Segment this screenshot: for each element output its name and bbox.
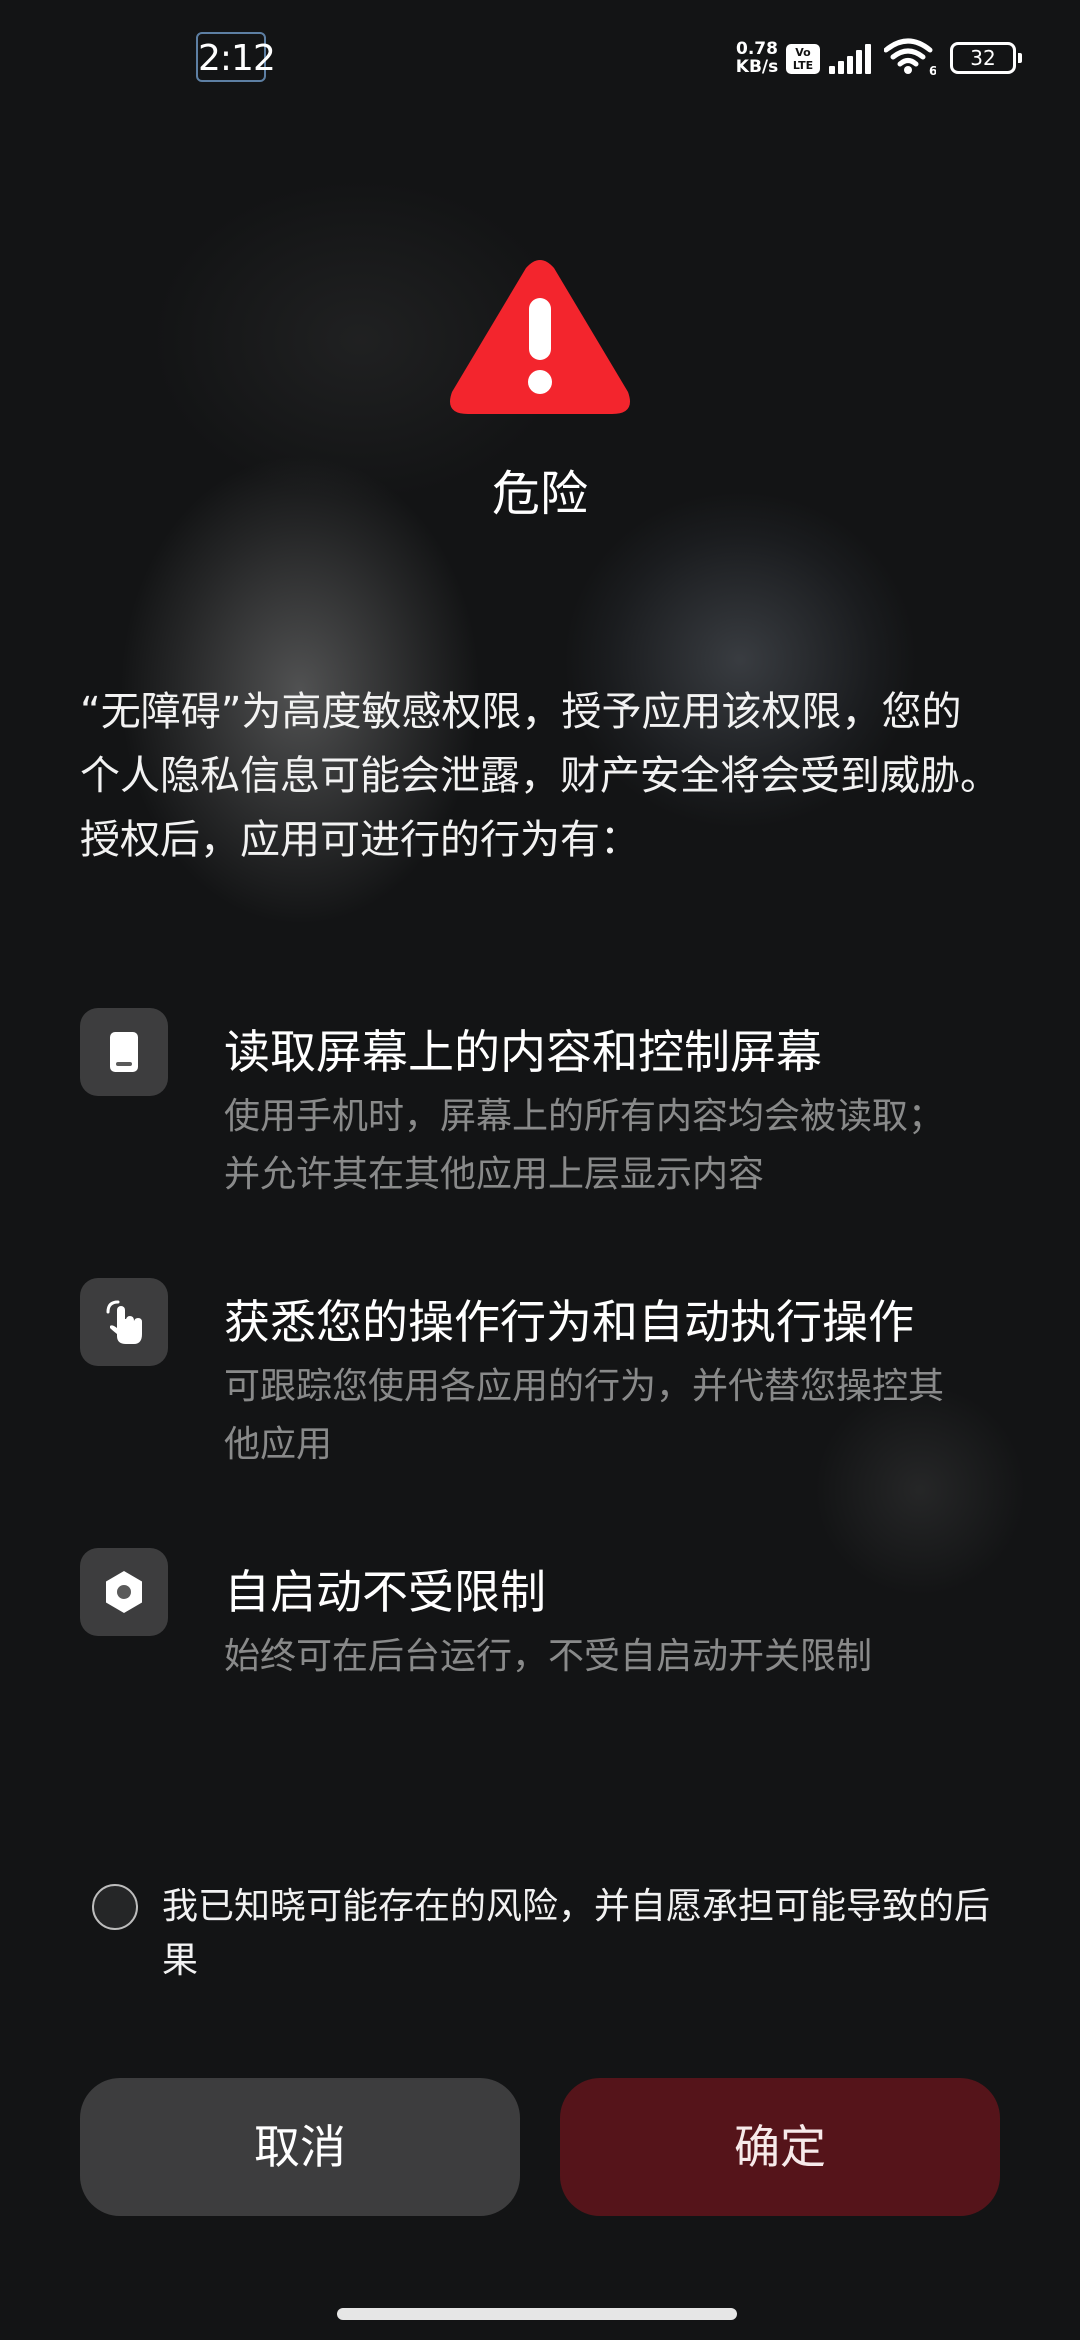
permission-icon-box [80, 1278, 168, 1366]
permission-description: 可跟踪您使用各应用的行为，并代替您操控其他应用 [224, 1366, 945, 1465]
phone-screen-icon [110, 1032, 138, 1072]
volte-top-label: Vo [795, 46, 811, 59]
permission-title: 获悉您的操作行为和自动执行操作 [224, 1295, 914, 1349]
battery-level: 32 [970, 46, 996, 70]
confirm-button[interactable]: 确定 [560, 2078, 1000, 2216]
network-speed-value: 0.78 [736, 39, 778, 59]
hexagon-icon [106, 1571, 142, 1613]
cancel-button[interactable]: 取消 [80, 2078, 520, 2216]
permission-description: 始终可在后台运行，不受自启动开关限制 [224, 1636, 873, 1677]
permission-title: 读取屏幕上的内容和控制屏幕 [224, 1025, 822, 1079]
dialog-title: 危险 [491, 466, 588, 522]
consent-checkbox[interactable] [92, 1884, 138, 1930]
status-time: 2:12 [196, 32, 276, 82]
volte-bottom-label: LTE [792, 59, 814, 72]
dialog-description: “无障碍”为高度敏感权限，授予应用该权限，您的个人隐私信息可能会泄露，财产安全将… [80, 689, 1000, 863]
permission-description: 使用手机时，屏幕上的所有内容均会被读取；并允许其在其他应用上层显示内容 [224, 1096, 945, 1195]
touch-hand-icon [106, 1300, 142, 1344]
status-bar: 2:12 0.78 KB/s Vo LTE 6 32 [0, 0, 1080, 120]
volte-icon: Vo LTE [786, 44, 820, 74]
consent-text[interactable]: 我已知晓可能存在的风险，并自愿承担可能导致的后果 [162, 1880, 1012, 1988]
network-speed: 0.78 KB/s [733, 40, 781, 76]
permission-title: 自启动不受限制 [224, 1565, 546, 1619]
network-speed-unit: KB/s [735, 57, 779, 77]
permission-warning-screen: 2:12 0.78 KB/s Vo LTE 6 32 危险 “无障碍”为高度敏感… [0, 0, 1080, 2340]
permission-icon-box [80, 1548, 168, 1636]
wifi-badge: 6 [929, 64, 936, 76]
home-indicator[interactable] [337, 2308, 737, 2320]
wifi-icon: 6 [884, 38, 936, 76]
battery-icon: 32 [950, 42, 1022, 74]
permission-icon-box [80, 1008, 168, 1096]
warning-triangle-icon [450, 260, 630, 414]
cellular-signal-icon [829, 44, 871, 74]
